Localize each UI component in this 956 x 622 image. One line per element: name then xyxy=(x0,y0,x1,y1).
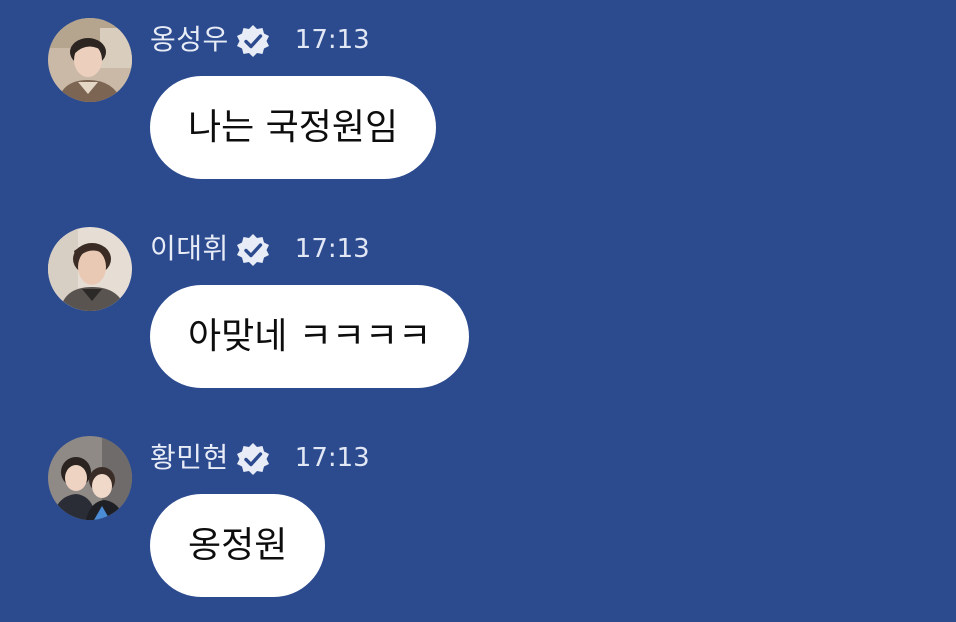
avatar[interactable] xyxy=(48,227,132,311)
chat-message: 황민현 17:13 옹정원 xyxy=(0,418,956,618)
avatar-photo xyxy=(48,227,132,311)
message-header: 황민현 17:13 xyxy=(150,438,370,478)
verified-badge-icon xyxy=(236,25,269,57)
avatar[interactable] xyxy=(48,18,132,102)
verified-badge-icon xyxy=(236,234,269,266)
message-bubble[interactable]: 아맞네 ㅋㅋㅋㅋ xyxy=(150,285,470,388)
avatar-photo xyxy=(48,18,132,102)
sender-name[interactable]: 이대휘 xyxy=(150,229,229,269)
avatar-photo xyxy=(48,436,132,520)
message-bubble[interactable]: 나는 국정원임 xyxy=(150,76,437,179)
message-bubble[interactable]: 옹정원 xyxy=(150,494,326,597)
sender-name[interactable]: 황민현 xyxy=(150,438,229,478)
chat-message: 옹성우 17:13 나는 국정원임 xyxy=(0,0,956,200)
message-header: 이대휘 17:13 xyxy=(150,229,370,269)
message-time: 17:13 xyxy=(294,443,370,473)
chat-message: 이대휘 17:13 아맞네 ㅋㅋㅋㅋ xyxy=(0,209,956,409)
message-time: 17:13 xyxy=(294,25,370,55)
sender-name[interactable]: 옹성우 xyxy=(150,20,229,60)
message-time: 17:13 xyxy=(294,234,370,264)
verified-badge-icon xyxy=(236,443,269,475)
message-header: 옹성우 17:13 xyxy=(150,20,370,60)
avatar[interactable] xyxy=(48,436,132,520)
